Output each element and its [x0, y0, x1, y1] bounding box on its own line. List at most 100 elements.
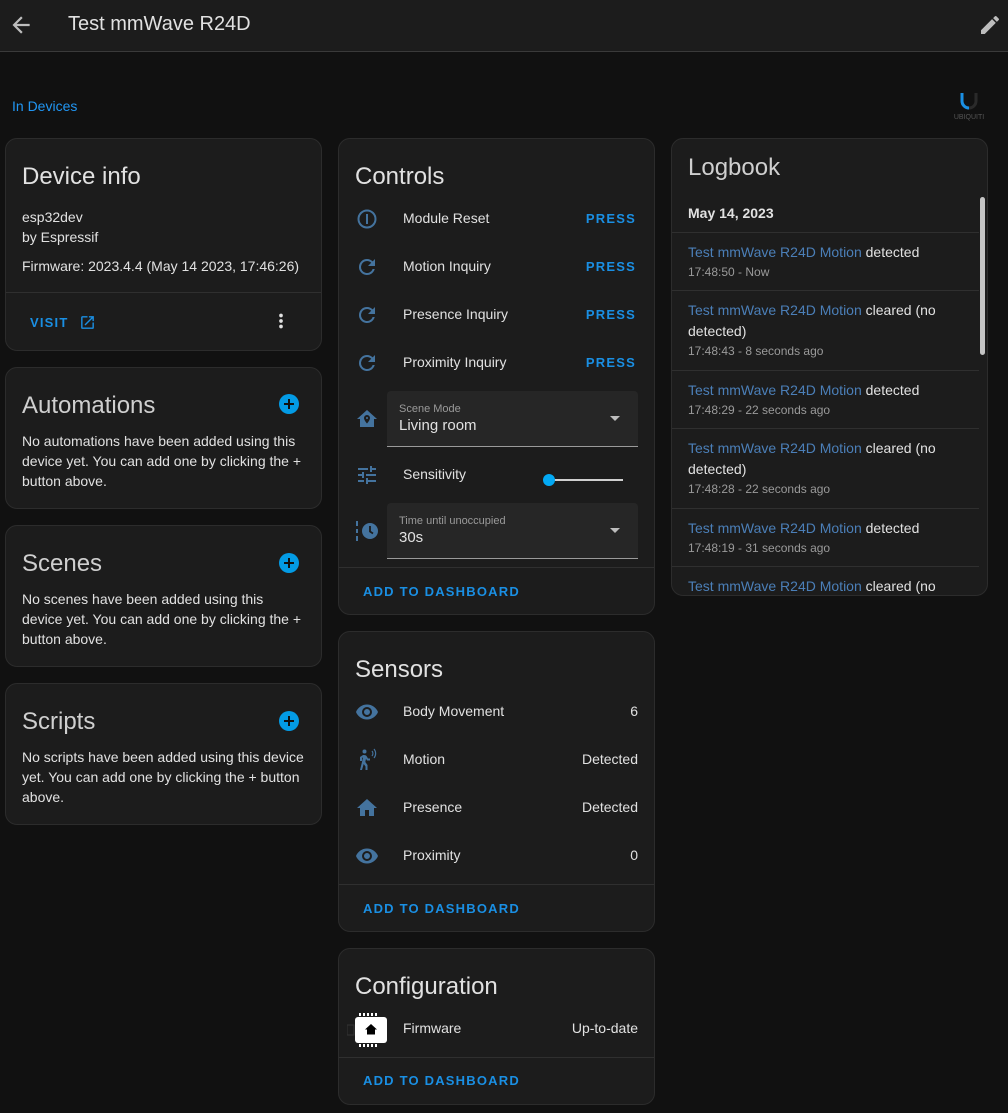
log-entity-link[interactable]: Test mmWave R24D Motion — [688, 440, 862, 456]
log-message-text: detected — [861, 244, 920, 260]
logbook-scrollbar[interactable] — [980, 197, 985, 355]
log-message: Test mmWave R24D Motion detected — [688, 518, 963, 539]
sensor-value: 0 — [630, 847, 638, 863]
visit-button[interactable]: VISIT — [30, 314, 96, 331]
dropdown-caret-icon — [610, 528, 620, 533]
card-title: Device info — [22, 163, 141, 190]
sensor-row-proximity[interactable]: Proximity 0 — [339, 832, 654, 880]
press-button[interactable]: PRESS — [586, 355, 636, 370]
log-message-text: cleared (no — [861, 578, 936, 594]
log-message: Test mmWave R24D Motion cleared (no — [688, 576, 963, 595]
control-row-motion-inquiry: Motion Inquiry PRESS — [339, 243, 654, 291]
add-automation-button[interactable] — [279, 394, 299, 414]
ubiquiti-logo: UBIQUITI — [946, 90, 992, 124]
more-options-button[interactable] — [270, 309, 292, 333]
device-info-card: Device info esp32dev by Espressif Firmwa… — [5, 138, 322, 351]
controls-card: Controls Module Reset PRESS Motion Inqui… — [338, 138, 655, 615]
sensors-card: Sensors Body Movement 6 Motion Detected … — [338, 631, 655, 932]
card-title: Scenes — [22, 550, 103, 577]
add-scene-button[interactable] — [279, 553, 299, 573]
open-in-new-icon — [80, 316, 94, 329]
add-script-button[interactable] — [279, 711, 299, 731]
log-timestamp: 17:48:43 - 8 seconds ago — [688, 344, 824, 358]
tune-icon — [358, 466, 376, 484]
select-value: Living room — [399, 417, 477, 434]
eye-icon — [356, 704, 378, 720]
sensor-label: Proximity — [403, 847, 461, 863]
card-title: Automations — [22, 392, 156, 419]
slider-thumb[interactable] — [543, 474, 555, 486]
logbook-entry: Test mmWave R24D Motion cleared (no — [672, 566, 979, 595]
log-message: Test mmWave R24D Motion detected — [688, 242, 963, 263]
back-button[interactable] — [8, 12, 34, 38]
sensor-row-body-movement[interactable]: Body Movement 6 — [339, 688, 654, 736]
top-app-bar: Test mmWave R24D — [0, 0, 1008, 52]
sensor-value: Detected — [581, 751, 638, 767]
clock-timer-icon — [356, 521, 378, 541]
sensor-label: Motion — [403, 751, 446, 767]
add-to-dashboard-button[interactable]: ADD TO DASHBOARD — [363, 1073, 520, 1088]
sensitivity-label: Sensitivity — [403, 466, 467, 482]
page-title: Test mmWave R24D — [68, 13, 251, 35]
control-row-presence-inquiry: Presence Inquiry PRESS — [339, 291, 654, 339]
automations-card: Automations No automations have been add… — [5, 367, 322, 509]
firmware-chip-icon — [347, 1013, 387, 1047]
log-entity-link[interactable]: Test mmWave R24D Motion — [688, 578, 862, 594]
log-timestamp: 17:48:50 - Now — [688, 265, 770, 279]
log-message-text: detected — [861, 382, 920, 398]
refresh-icon — [358, 258, 375, 275]
card-title: Logbook — [688, 154, 781, 181]
logbook-entry: Test mmWave R24D Motion cleared (no dete… — [672, 290, 979, 370]
logbook-entry: Test mmWave R24D Motion cleared (no dete… — [672, 428, 979, 508]
log-message: Test mmWave R24D Motion detected — [688, 380, 963, 401]
scenes-empty-text: No scenes have been added using this dev… — [22, 591, 302, 647]
press-button[interactable]: PRESS — [586, 259, 636, 274]
sensor-value: Detected — [581, 799, 638, 815]
logbook-list[interactable]: May 14, 2023 Test mmWave R24D Motion det… — [672, 197, 979, 595]
logbook-date-header: May 14, 2023 — [688, 205, 774, 221]
control-label: Motion Inquiry — [403, 258, 491, 274]
divider — [6, 292, 321, 293]
scene-mode-select[interactable]: Scene Mode Living room — [387, 391, 638, 447]
control-label: Proximity Inquiry — [403, 354, 507, 370]
sensor-row-motion[interactable]: Motion Detected — [339, 736, 654, 784]
log-entity-link[interactable]: Test mmWave R24D Motion — [688, 302, 862, 318]
add-to-dashboard-button[interactable]: ADD TO DASHBOARD — [363, 584, 520, 599]
log-entity-link[interactable]: Test mmWave R24D Motion — [688, 520, 862, 536]
refresh-icon — [358, 354, 375, 371]
card-title: Controls — [355, 163, 445, 190]
logbook-entry: Test mmWave R24D Motion detected 17:48:2… — [672, 370, 979, 428]
log-timestamp: 17:48:28 - 22 seconds ago — [688, 482, 831, 496]
dots-vertical-icon — [279, 313, 283, 329]
card-title: Configuration — [355, 973, 498, 1000]
config-row-firmware[interactable]: Firmware Up-to-date — [339, 1005, 654, 1053]
log-entity-link[interactable]: Test mmWave R24D Motion — [688, 382, 862, 398]
divider — [339, 884, 654, 885]
control-label: Module Reset — [403, 210, 490, 226]
automations-empty-text: No automations have been added using thi… — [22, 433, 302, 489]
sensor-label: Presence — [403, 799, 463, 815]
scripts-card: Scripts No scripts have been added using… — [5, 683, 322, 825]
control-row-module-reset: Module Reset PRESS — [339, 195, 654, 243]
sensor-label: Body Movement — [403, 703, 505, 719]
arrow-left-icon — [12, 16, 30, 34]
eye-icon — [356, 848, 378, 864]
sensitivity-slider[interactable] — [543, 473, 623, 487]
device-manufacturer: by Espressif — [22, 229, 99, 245]
add-to-dashboard-button[interactable]: ADD TO DASHBOARD — [363, 901, 520, 916]
divider — [339, 1057, 654, 1058]
press-button[interactable]: PRESS — [586, 211, 636, 226]
log-entity-link[interactable]: Test mmWave R24D Motion — [688, 244, 862, 260]
press-button[interactable]: PRESS — [586, 307, 636, 322]
visit-label: VISIT — [30, 315, 69, 330]
sensor-row-presence[interactable]: Presence Detected — [339, 784, 654, 832]
sensor-value: 6 — [630, 703, 638, 719]
power-circle-icon — [357, 209, 377, 229]
breadcrumb-in-devices[interactable]: In Devices — [12, 98, 77, 114]
refresh-icon — [358, 306, 375, 323]
edit-button[interactable] — [978, 13, 1002, 37]
time-until-unoccupied-select[interactable]: Time until unoccupied 30s — [387, 503, 638, 559]
scripts-empty-text: No scripts have been added using this de… — [22, 749, 304, 805]
device-model: esp32dev — [22, 209, 83, 225]
logbook-card: Logbook May 14, 2023 Test mmWave R24D Mo… — [671, 138, 988, 596]
